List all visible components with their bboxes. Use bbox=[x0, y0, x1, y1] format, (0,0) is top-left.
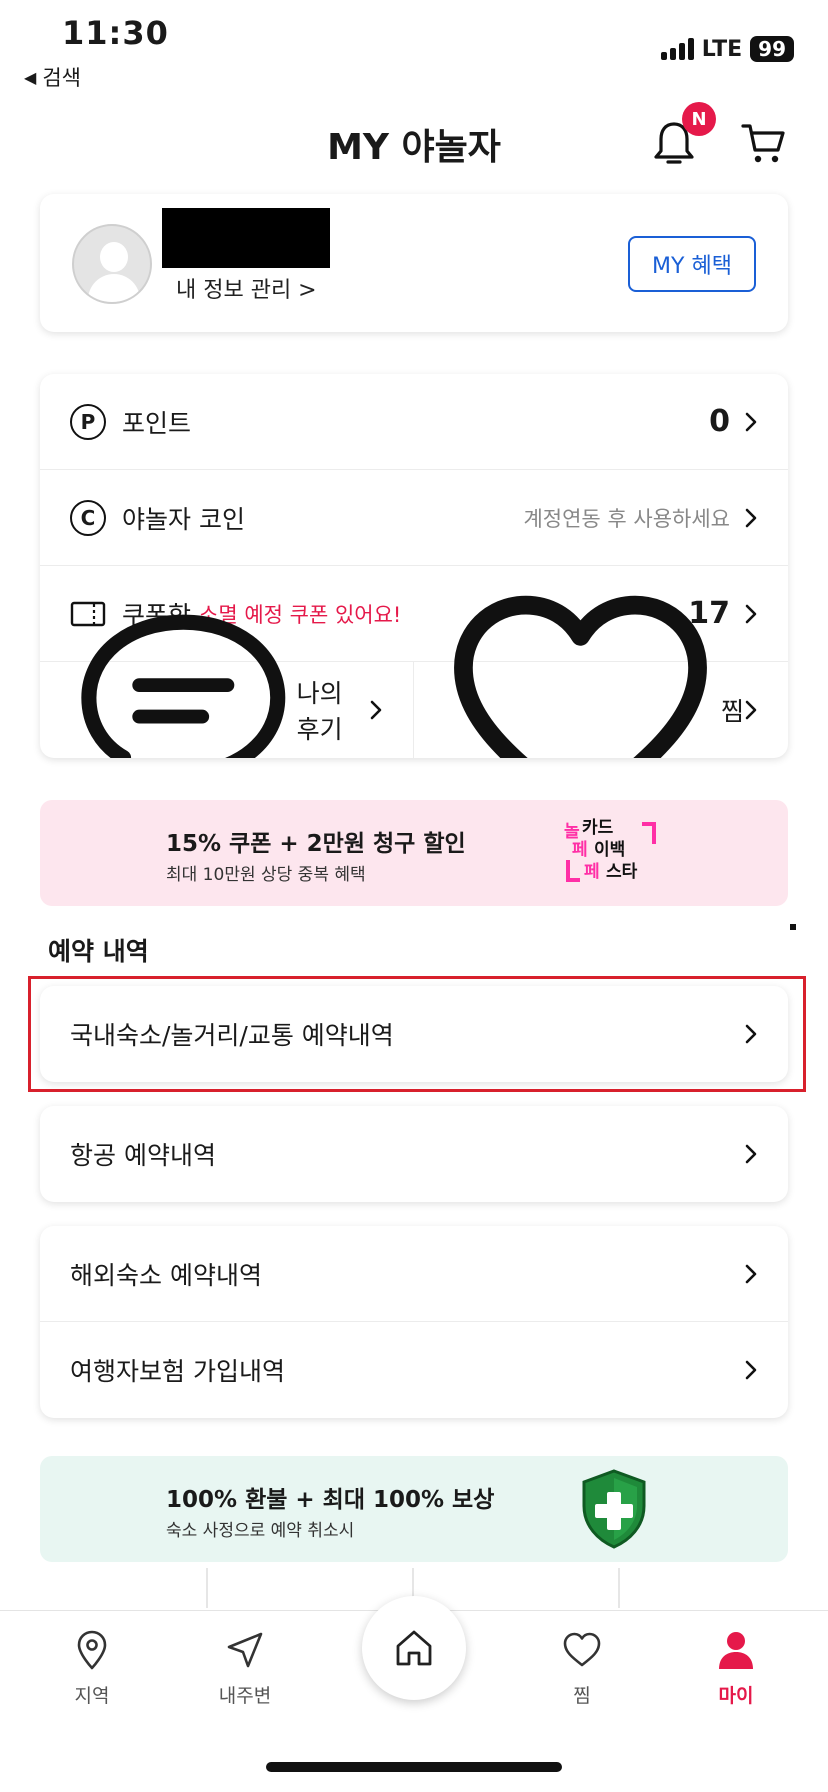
coin-icon: C bbox=[70, 499, 106, 536]
chevron-right-icon bbox=[745, 604, 757, 623]
back-triangle-icon: ◀ bbox=[24, 67, 37, 87]
refund-subtitle: 숙소 사정으로 예약 취소시 bbox=[166, 1521, 355, 1541]
marker-dot bbox=[790, 924, 796, 930]
highlight-box bbox=[28, 976, 806, 1092]
tab-region-label: 지역 bbox=[74, 1685, 110, 1707]
tab-wishlist[interactable]: 찜 bbox=[532, 1629, 632, 1708]
status-indicators: LTE 99 bbox=[660, 36, 794, 62]
back-app-label: 검색 bbox=[42, 66, 81, 90]
insurance-label: 여행자보험 가입내역 bbox=[70, 1357, 285, 1386]
overseas-reservations-row[interactable]: 해외숙소 예약내역 bbox=[40, 1226, 788, 1322]
tab-nearby-label: 내주변 bbox=[218, 1685, 272, 1707]
avatar[interactable] bbox=[72, 224, 152, 304]
coin-row[interactable]: C 야놀자 코인 계정연동 후 사용하세요 bbox=[40, 470, 788, 566]
back-to-app-link[interactable]: ◀ 검색 bbox=[24, 62, 81, 92]
chevron-right-icon bbox=[745, 1144, 757, 1164]
chevron-right-icon bbox=[370, 700, 382, 720]
battery-indicator: 99 bbox=[750, 36, 794, 62]
network-label: LTE bbox=[701, 36, 743, 62]
profile-manage-link[interactable]: 내 정보 관리 > bbox=[176, 272, 317, 304]
navigation-arrow-icon bbox=[227, 1632, 263, 1668]
chevron-right-icon bbox=[745, 1360, 757, 1380]
chevron-right-icon bbox=[745, 700, 757, 720]
tab-nearby[interactable]: 내주변 bbox=[195, 1629, 295, 1708]
wishlist-label: 찜 bbox=[720, 697, 744, 726]
shield-cross-icon bbox=[582, 1469, 646, 1549]
person-icon bbox=[719, 1632, 753, 1669]
refund-title: 100% 환불 + 최대 100% 보상 bbox=[166, 1487, 495, 1513]
flight-reservations-label: 항공 예약내역 bbox=[70, 1141, 216, 1170]
map-pin-icon bbox=[77, 1630, 107, 1670]
signal-icon bbox=[660, 38, 694, 60]
account-menu-card: P 포인트 0 C 야놀자 코인 계정연동 후 사용하세요 쿠폰함 소멸 예정 … bbox=[40, 374, 788, 758]
heart-icon bbox=[454, 595, 707, 758]
chevron-right-icon bbox=[745, 412, 757, 431]
review-label: 나의 후기 bbox=[296, 679, 343, 744]
points-icon: P bbox=[70, 403, 106, 440]
flight-reservations-row[interactable]: 항공 예약내역 bbox=[40, 1106, 788, 1202]
reservations-section-title: 예약 내역 bbox=[48, 937, 149, 966]
heart-icon bbox=[563, 1632, 601, 1667]
overseas-insurance-card: 해외숙소 예약내역 여행자보험 가입내역 bbox=[40, 1226, 788, 1418]
my-page: 11:30 ◀ 검색 LTE 99 MY 야놀자 N 내 정보 관리 > MY … bbox=[0, 0, 828, 1792]
redacted-username bbox=[162, 208, 330, 268]
chevron-right-icon bbox=[745, 508, 757, 527]
refund-guarantee-banner[interactable]: 100% 환불 + 최대 100% 보상 숙소 사정으로 예약 취소시 bbox=[40, 1456, 788, 1562]
tab-my-label: 마이 bbox=[718, 1685, 754, 1707]
status-time: 11:30 bbox=[62, 14, 169, 52]
review-row[interactable]: 나의 후기 bbox=[40, 614, 414, 758]
tab-wishlist-label: 찜 bbox=[573, 1685, 591, 1707]
home-button[interactable] bbox=[362, 1596, 466, 1700]
home-indicator bbox=[266, 1762, 562, 1772]
speech-bubble-icon bbox=[81, 614, 286, 758]
points-row[interactable]: P 포인트 0 bbox=[40, 374, 788, 470]
promo-title: 15% 쿠폰 + 2만원 청구 할인 bbox=[166, 831, 466, 857]
insurance-row[interactable]: 여행자보험 가입내역 bbox=[40, 1322, 788, 1418]
wishlist-row[interactable]: 찜 bbox=[414, 595, 788, 758]
promo-subtitle: 최대 10만원 상당 중복 혜택 bbox=[166, 865, 366, 885]
points-value: 0 bbox=[709, 404, 730, 439]
card-payback-festa-logo: 놀 카드 페 이백 페 스타 bbox=[564, 820, 660, 886]
notification-badge: N bbox=[682, 102, 716, 136]
profile-card: 내 정보 관리 > MY 혜택 bbox=[40, 194, 788, 332]
my-benefit-button[interactable]: MY 혜택 bbox=[628, 236, 756, 292]
tab-my[interactable]: 마이 bbox=[686, 1629, 786, 1708]
card-payback-promo-banner[interactable]: 15% 쿠폰 + 2만원 청구 할인 최대 10만원 상당 중복 혜택 놀 카드… bbox=[40, 800, 788, 906]
chevron-right-icon bbox=[745, 1264, 757, 1283]
overseas-reservations-label: 해외숙소 예약내역 bbox=[70, 1260, 262, 1290]
flight-reservations-card[interactable]: 항공 예약내역 bbox=[40, 1106, 788, 1202]
cart-icon[interactable] bbox=[740, 120, 786, 166]
coin-note: 계정연동 후 사용하세요 bbox=[523, 506, 730, 531]
tab-region[interactable]: 지역 bbox=[42, 1629, 142, 1708]
points-label: 포인트 bbox=[122, 408, 192, 438]
coin-label: 야놀자 코인 bbox=[122, 504, 245, 534]
home-icon bbox=[396, 1630, 432, 1666]
